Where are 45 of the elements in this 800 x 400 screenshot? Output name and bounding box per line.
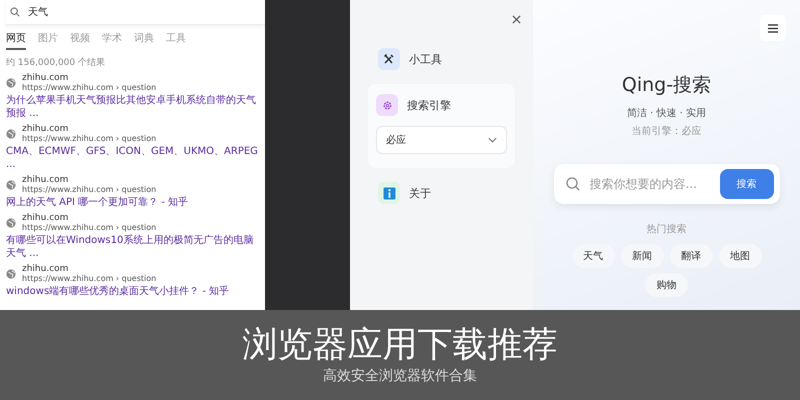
result-site: zhihu.com xyxy=(22,175,70,185)
result-site: zhihu.com xyxy=(22,73,70,83)
result-title-link[interactable]: CMA、ECMWF、GFS、ICON、GEM、UKMO、ARPEG ... xyxy=(6,145,261,171)
search-field[interactable]: 天气 xyxy=(6,0,265,25)
result-url: https://www.zhihu.com › question xyxy=(22,223,156,232)
result-url: https://www.zhihu.com › question xyxy=(22,185,156,194)
menu-item[interactable]: 小工具 xyxy=(368,48,515,70)
search-icon xyxy=(566,177,580,191)
hot-search-chip[interactable]: 天气 xyxy=(572,244,614,268)
engine-dropdown[interactable]: 必应 xyxy=(376,126,507,154)
banner-subtitle: 高效安全浏览器软件合集 xyxy=(323,367,477,385)
hot-search-chip[interactable]: 翻译 xyxy=(670,244,712,268)
search-button[interactable]: 搜索 xyxy=(720,169,774,199)
app-title: Qing-搜索 xyxy=(622,73,712,98)
hot-searches-label: 热门搜索 xyxy=(646,222,686,236)
result-site: zhihu.com xyxy=(22,124,70,134)
result-site: zhihu.com xyxy=(22,264,70,274)
chevron-icon xyxy=(488,137,497,143)
current-engine: 当前引擎：必应 xyxy=(632,124,702,138)
hot-search-chip[interactable]: 购物 xyxy=(645,273,688,297)
search-input[interactable]: 搜索你想要的内容... xyxy=(588,176,712,192)
result-site: zhihu.com xyxy=(22,213,70,223)
search-tab[interactable]: 网页 xyxy=(6,31,26,50)
hot-search-chip[interactable]: 新闻 xyxy=(620,244,664,268)
result-url: https://www.zhihu.com › question xyxy=(22,83,156,92)
search-query: 天气 xyxy=(28,6,48,19)
result-title-link[interactable]: 为什么苹果手机天气预报比其他安卓手机系统自带的天气预报 ... xyxy=(6,94,261,120)
result-title-link[interactable]: 网上的天气 API 哪一个更加可靠？ - 知乎 xyxy=(6,196,261,209)
close-icon[interactable] xyxy=(512,15,521,24)
result-title-link[interactable]: windows端有哪些优秀的桌面天气小挂件？ - 知乎 xyxy=(6,285,261,298)
menu-icon xyxy=(768,24,778,32)
hot-search-chip[interactable]: 地图 xyxy=(718,244,762,268)
result-url: https://www.zhihu.com › question xyxy=(22,274,156,283)
result-count: 约 156,000,000 个结果 xyxy=(6,56,106,69)
menu-item[interactable]: 关于 xyxy=(368,182,515,204)
result-url: https://www.zhihu.com › question xyxy=(22,134,156,143)
menu-label: 搜索引擎 xyxy=(407,98,451,112)
menu-button[interactable] xyxy=(760,15,786,41)
tagline: 简洁 · 快速 · 实用 xyxy=(626,106,706,120)
search-icon xyxy=(10,7,20,17)
gear-icon xyxy=(376,94,398,116)
result-title-link[interactable]: 有哪些可以在Windows10系统上用的极简无广告的电脑天气 ... xyxy=(6,234,261,260)
banner-title: 浏览器应用下载推荐 xyxy=(242,325,558,365)
tools-icon xyxy=(378,48,400,70)
info-icon xyxy=(378,182,400,204)
